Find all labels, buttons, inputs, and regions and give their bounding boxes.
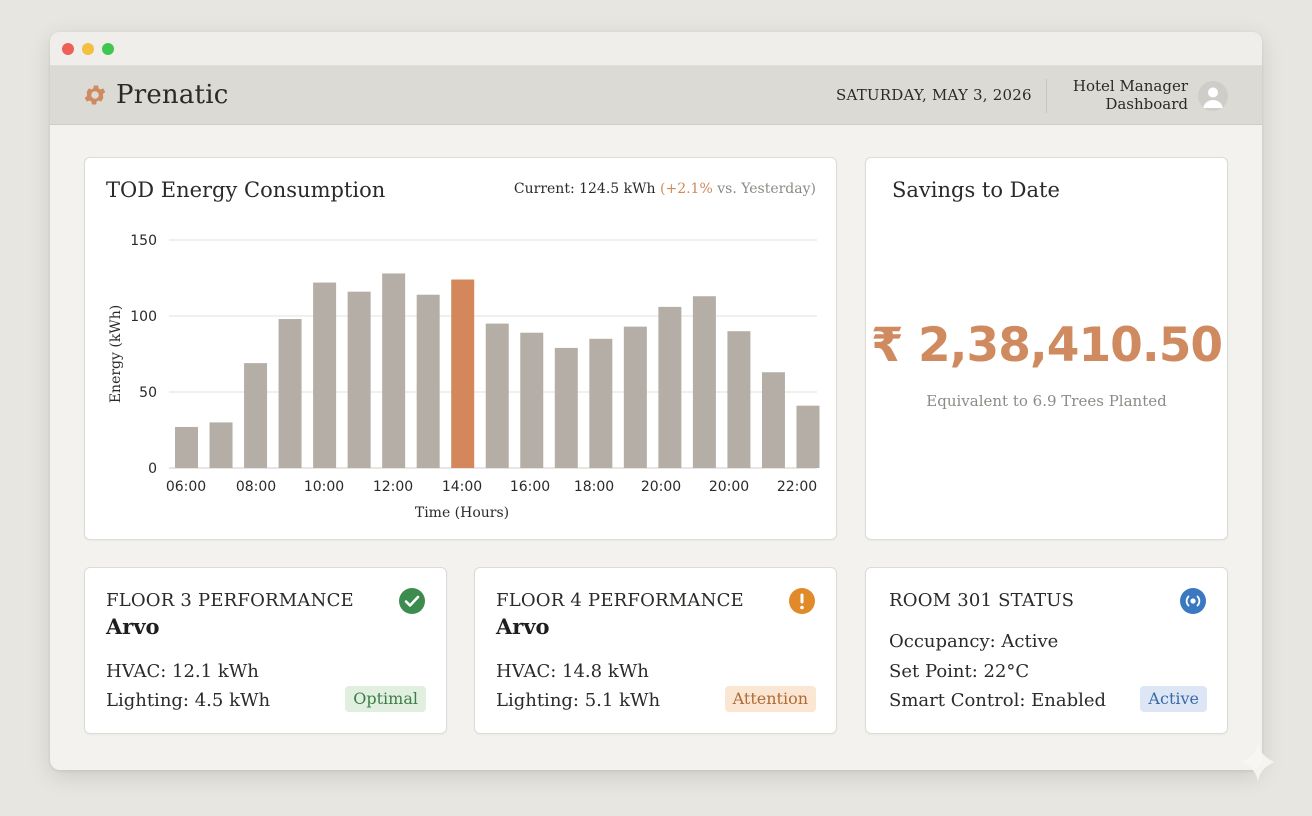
current-date: SATURDAY, MAY 3, 2026 (836, 86, 1032, 104)
avatar[interactable] (1198, 81, 1228, 111)
status-badge: Attention (724, 686, 816, 712)
bar (209, 422, 233, 468)
header-divider (1046, 79, 1047, 113)
x-tick-label: 20:00 (709, 479, 749, 495)
bar (382, 273, 406, 468)
floor4-hvac: HVAC: 14.8 kWh (496, 661, 649, 682)
app-header: Prenatic SATURDAY, MAY 3, 2026 Hotel Man… (50, 66, 1262, 125)
bar (761, 372, 785, 468)
bar (623, 326, 647, 468)
minimize-window-button[interactable] (82, 43, 94, 55)
y-tick-label: 0 (148, 461, 157, 477)
app-window: Prenatic SATURDAY, MAY 3, 2026 Hotel Man… (50, 32, 1262, 770)
room301-title: ROOM 301 STATUS (889, 590, 1075, 611)
bar (796, 405, 820, 468)
savings-amount: ₹ 2,38,410.50 (870, 318, 1223, 373)
user-icon (1203, 87, 1223, 108)
floor3-performance-card[interactable]: FLOOR 3 PERFORMANCE Arvo HVAC: 12.1 kWh … (84, 567, 447, 734)
savings-equivalent: Equivalent to 6.9 Trees Planted (926, 392, 1167, 410)
user-role-label: Hotel Manager Dashboard (1073, 77, 1188, 113)
floor4-title: FLOOR 4 PERFORMANCE (496, 590, 744, 611)
floor3-hvac: HVAC: 12.1 kWh (106, 661, 259, 682)
sparkle-icon (1242, 742, 1274, 782)
x-tick-label: 18:00 (574, 479, 614, 495)
floor3-lighting: Lighting: 4.5 kWh (106, 690, 271, 711)
bar (520, 332, 544, 468)
bar (244, 363, 268, 468)
energy-bar-chart: 0 50 100 150 06:00 08:00 10:00 12:00 14:00 16:00 1… (108, 233, 820, 521)
x-axis-label: Time (Hours) (415, 505, 509, 521)
broadcast-icon (1180, 588, 1206, 614)
check-circle-icon (399, 588, 425, 614)
bar (554, 347, 578, 468)
x-tick-label: 20:00 (641, 479, 681, 495)
x-tick-label: 06:00 (166, 479, 206, 495)
bar (485, 323, 509, 468)
bar (416, 294, 440, 468)
user-role-line1: Hotel Manager (1072, 77, 1188, 95)
bar (175, 426, 198, 468)
room301-status-card[interactable]: ROOM 301 STATUS Occupancy: Active Set Po… (865, 567, 1228, 734)
maximize-window-button[interactable] (102, 43, 114, 55)
alert-circle-icon (789, 588, 815, 614)
status-badge: Optimal (345, 686, 426, 712)
room301-smart-control: Smart Control: Enabled (889, 690, 1107, 711)
floor4-subtitle: Arvo (496, 614, 550, 639)
window-titlebar (50, 32, 1262, 66)
savings-card: Savings to Date ₹ 2,38,410.50 Equivalent… (865, 157, 1228, 540)
y-axis-label: Energy (kWh) (108, 305, 124, 403)
y-tick-label: 100 (130, 309, 157, 325)
x-tick-label: 14:00 (442, 479, 482, 495)
floor4-performance-card[interactable]: FLOOR 4 PERFORMANCE Arvo HVAC: 14.8 kWh … (474, 567, 837, 734)
bar (658, 306, 682, 468)
x-tick-label: 12:00 (373, 479, 413, 495)
x-tick-label: 22:00 (777, 479, 817, 495)
bar (278, 319, 302, 468)
room301-occupancy: Occupancy: Active (889, 631, 1059, 652)
floor3-subtitle: Arvo (106, 614, 160, 639)
energy-consumption-card: TOD Energy Consumption Current: 124.5 kW… (84, 157, 837, 540)
user-role-line2: Dashboard (1105, 95, 1188, 113)
bar (727, 331, 751, 468)
brand-name: Prenatic (116, 80, 229, 110)
room301-set-point: Set Point: 22°C (889, 661, 1030, 682)
bar (589, 338, 613, 468)
x-tick-label: 10:00 (304, 479, 344, 495)
x-tick-label: 08:00 (236, 479, 276, 495)
bar (692, 296, 716, 468)
bar (347, 291, 371, 468)
y-tick-label: 50 (139, 385, 157, 401)
brand-logo[interactable]: Prenatic (82, 80, 228, 110)
bar (313, 282, 337, 468)
floor3-title: FLOOR 3 PERFORMANCE (106, 590, 354, 611)
bar-highlight (451, 279, 475, 468)
gear-icon (84, 85, 106, 105)
y-tick-label: 150 (130, 233, 157, 249)
close-window-button[interactable] (62, 43, 74, 55)
floor4-lighting: Lighting: 5.1 kWh (496, 690, 661, 711)
status-badge: Active (1140, 686, 1207, 712)
savings-card-title: Savings to Date (892, 178, 1060, 202)
x-tick-label: 16:00 (510, 479, 550, 495)
